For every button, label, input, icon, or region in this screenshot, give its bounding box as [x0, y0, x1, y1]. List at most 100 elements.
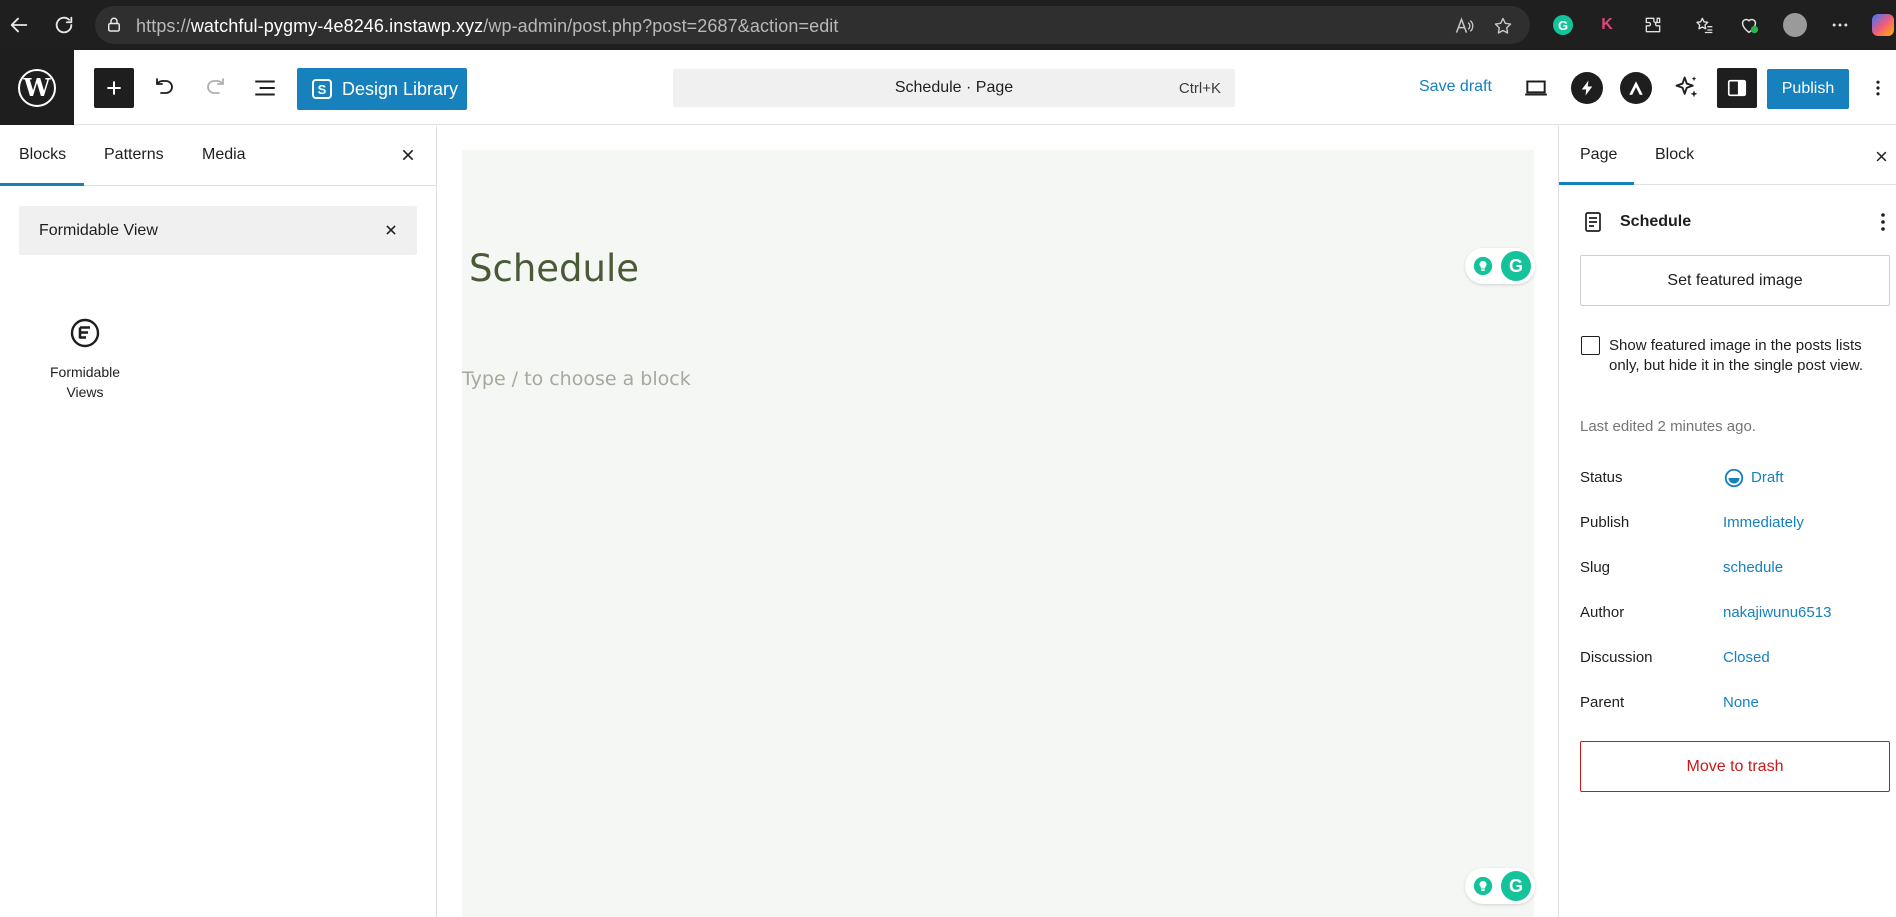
editor-canvas[interactable]: Schedule Type / to choose a block G G	[462, 150, 1535, 917]
url-prefix: https://	[136, 16, 191, 36]
astra-logo-icon	[1629, 81, 1643, 95]
block-search-input[interactable]	[19, 206, 369, 255]
block-inserter-toggle[interactable]	[94, 68, 134, 108]
redo-icon	[207, 78, 224, 94]
tab-block[interactable]: Block	[1655, 146, 1694, 164]
preview-button[interactable]	[1516, 68, 1556, 108]
settings-tabs: Page Block	[1559, 126, 1896, 185]
url-text[interactable]: https://watchful-pygmy-4e8246.instawp.xy…	[136, 16, 839, 37]
featured-image-checkbox-label: Show featured image in the posts lists o…	[1609, 337, 1864, 374]
copilot-icon[interactable]	[1868, 10, 1896, 40]
block-appender-placeholder[interactable]: Type / to choose a block	[462, 368, 691, 390]
wordpress-logo-button[interactable]: W	[0, 50, 74, 125]
back-button[interactable]	[4, 10, 34, 40]
reload-icon	[55, 16, 73, 34]
active-tab-indicator	[0, 183, 84, 186]
design-library-label: Design Library	[342, 78, 459, 99]
save-draft-button[interactable]: Save draft	[1419, 78, 1492, 96]
publish-button[interactable]: Publish	[1767, 69, 1849, 109]
editor-canvas-area: Schedule Type / to choose a block G G	[438, 126, 1558, 917]
favorite-star-icon[interactable]	[1492, 15, 1514, 37]
meta-row-publish: Publish Immediately	[1580, 514, 1880, 538]
settings-sidebar-toggle[interactable]	[1717, 68, 1757, 108]
document-title: Schedule · Page	[894, 79, 1014, 96]
grammarly-extension-icon[interactable]: G	[1548, 10, 1578, 40]
k-extension-icon[interactable]: K	[1592, 10, 1622, 40]
grammarly-widget-top[interactable]: G	[1465, 248, 1535, 284]
meta-label: Publish	[1580, 514, 1630, 531]
move-to-trash-button[interactable]: Move to trash	[1580, 741, 1890, 792]
block-result-label-line2: Views	[66, 384, 104, 400]
meta-row-discussion: Discussion Closed	[1580, 649, 1880, 673]
status-value-button[interactable]: Draft	[1751, 469, 1784, 486]
author-value-button[interactable]: nakajiwunu6513	[1723, 604, 1831, 621]
block-result-formidable-views[interactable]: Formidable Views	[26, 316, 144, 426]
draft-status-icon	[1724, 468, 1744, 488]
plus-icon	[107, 81, 121, 95]
grammarly-g-icon: G	[1501, 871, 1531, 901]
slug-value-button[interactable]: schedule	[1723, 559, 1783, 576]
undo-button[interactable]	[145, 68, 185, 108]
sidebar-panel-icon	[1727, 79, 1747, 97]
close-inserter-button[interactable]	[396, 143, 420, 167]
address-bar[interactable]: https://watchful-pygmy-4e8246.instawp.xy…	[95, 6, 1530, 44]
tab-patterns[interactable]: Patterns	[104, 146, 164, 164]
site-info-icon[interactable]	[105, 16, 123, 34]
parent-value-button[interactable]: None	[1723, 694, 1759, 711]
close-icon	[1876, 151, 1886, 161]
profile-avatar[interactable]	[1780, 10, 1810, 40]
command-palette-bar[interactable]: Schedule · Page Ctrl+K	[673, 69, 1235, 107]
grammarly-widget-bottom[interactable]: G	[1465, 868, 1535, 904]
meta-label: Status	[1580, 469, 1623, 486]
astra-plugin-button[interactable]	[1620, 72, 1652, 104]
redo-button[interactable]	[195, 68, 235, 108]
k-extension-label: K	[1601, 16, 1613, 33]
browser-essentials-icon[interactable]	[1734, 10, 1764, 40]
bolt-plugin-button[interactable]	[1571, 72, 1603, 104]
meta-label: Parent	[1580, 694, 1625, 711]
tab-media[interactable]: Media	[202, 146, 246, 164]
lightbulb-icon	[1473, 876, 1493, 896]
page-title[interactable]: Schedule	[469, 247, 639, 290]
discussion-value-button[interactable]: Closed	[1723, 649, 1770, 666]
set-featured-image-button[interactable]: Set featured image	[1580, 255, 1890, 306]
block-result-label: Formidable Views	[26, 362, 144, 402]
close-icon	[402, 149, 414, 161]
browser-bar: https://watchful-pygmy-4e8246.instawp.xy…	[0, 0, 1896, 50]
close-icon	[386, 225, 396, 235]
settings-sidebar: Page Block Schedule Set featured image S…	[1558, 126, 1896, 917]
wordpress-logo-icon: W	[18, 68, 56, 107]
bolt-icon	[1581, 80, 1593, 96]
inserter-tabs: Blocks Patterns Media	[0, 126, 437, 186]
options-menu-button[interactable]	[1860, 68, 1896, 108]
design-library-button[interactable]: S Design Library	[297, 68, 467, 110]
block-result-label-line1: Formidable	[49, 364, 121, 380]
lightbulb-icon	[1473, 256, 1493, 276]
publish-date-button[interactable]: Immediately	[1723, 514, 1804, 531]
browser-menu-icon[interactable]	[1825, 10, 1855, 40]
clear-search-button[interactable]	[381, 220, 401, 240]
grammarly-g-icon: G	[1501, 251, 1531, 281]
meta-label: Discussion	[1580, 649, 1653, 666]
document-overview-button[interactable]	[245, 68, 285, 108]
reload-button[interactable]	[49, 10, 79, 40]
tab-page[interactable]: Page	[1580, 146, 1617, 164]
ai-assistant-button[interactable]	[1667, 68, 1707, 108]
extensions-puzzle-icon[interactable]	[1638, 10, 1668, 40]
editor-toolbar: W S Design Library Schedule · Page Ctrl+…	[0, 50, 1896, 125]
meta-row-status: Status Draft	[1580, 468, 1880, 493]
favorites-list-icon[interactable]	[1689, 10, 1719, 40]
meta-label: Slug	[1580, 559, 1611, 576]
close-settings-button[interactable]	[1869, 144, 1893, 168]
page-document-icon	[1585, 212, 1601, 232]
sparkles-icon	[1675, 76, 1698, 98]
tab-blocks[interactable]: Blocks	[19, 146, 66, 164]
last-edited-text: Last edited 2 minutes ago.	[1580, 418, 1756, 435]
formidable-logo-icon	[70, 318, 100, 348]
vertical-ellipsis-icon[interactable]	[1871, 210, 1895, 234]
command-shortcut: Ctrl+K	[1178, 80, 1221, 97]
desktop-preview-icon	[1525, 80, 1547, 96]
read-aloud-icon[interactable]	[1453, 15, 1475, 37]
featured-image-list-only-checkbox[interactable]	[1581, 336, 1600, 355]
vertical-ellipsis-icon	[1876, 80, 1880, 96]
